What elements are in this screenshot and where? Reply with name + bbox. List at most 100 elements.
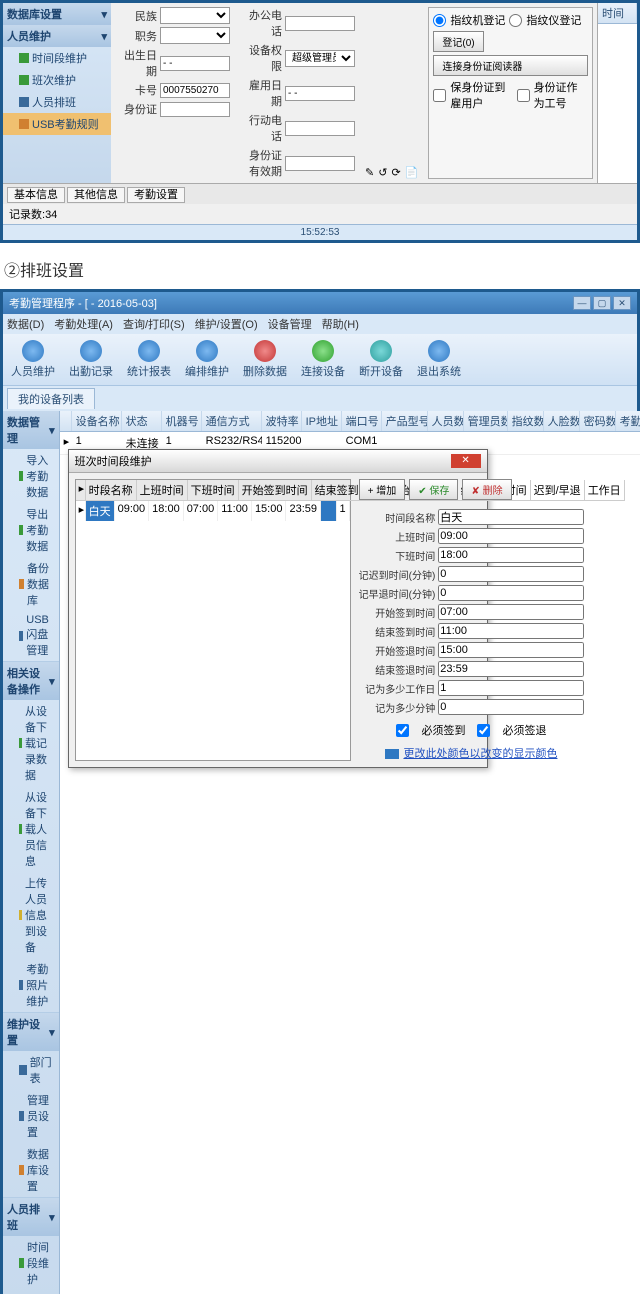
person-form: 民族 职务 出生日期 卡号 身份证 办公电话 设备权限超级管理员 雇用日期 行动… (111, 3, 597, 183)
si[interactable]: 班次维护 (3, 1290, 59, 1294)
dlg-close-btn[interactable]: ✕ (451, 454, 481, 468)
side-group[interactable]: 人员维护▾ (3, 25, 111, 47)
del-btn[interactable]: ✘ 删除 (462, 479, 511, 500)
office-phone[interactable] (285, 16, 355, 31)
zhiwu-select[interactable] (160, 27, 230, 44)
f-wd[interactable] (438, 680, 584, 696)
app-window-2: 考勤管理程序 - [ - 2016-05-03] —▢✕ 数据(D)考勤处理(A… (0, 289, 640, 1294)
side-item-selected[interactable]: USB考勤规则 (3, 113, 111, 135)
shift-row[interactable]: ▸ 白天09:0018:0007:0011:0015:0023:591 (76, 501, 350, 521)
idreader-btn[interactable]: 连接身份证阅读器 (433, 55, 588, 76)
si[interactable]: 时间段维护 (3, 1236, 59, 1290)
register-btn[interactable]: 登记(0) (433, 31, 483, 52)
device-grid-head: 设备名称状态机器号通信方式波特率IP地址端口号产品型号人员数管理员数指纹数人脸数… (60, 411, 640, 432)
card-input[interactable] (160, 83, 230, 98)
min-btn[interactable]: — (573, 296, 591, 310)
fp-device-radio[interactable] (509, 14, 522, 27)
content: 设备名称状态机器号通信方式波特率IP地址端口号产品型号人员数管理员数指纹数人脸数… (60, 411, 640, 1294)
sg-data[interactable]: 数据管理▾ (3, 411, 59, 449)
menu[interactable]: 维护/设置(O) (195, 319, 258, 331)
si[interactable]: 上传人员信息到设备 (3, 872, 59, 958)
minzu-select[interactable] (160, 7, 230, 24)
si[interactable]: 考勤照片维护 (3, 958, 59, 1012)
si[interactable]: 数据库设置 (3, 1143, 59, 1197)
form-tabs: 基本信息其他信息考勤设置 (3, 183, 637, 204)
tool-record[interactable]: 出勤记录 (65, 338, 117, 381)
side-item[interactable]: 班次维护 (3, 69, 111, 91)
hire-date[interactable] (285, 86, 355, 101)
add-btn[interactable]: + 增加 (359, 479, 406, 500)
app-fragment-1: 数据库设置▾ 人员维护▾ 时间段维护 班次维护 人员排班 USB考勤规则 民族 … (0, 0, 640, 243)
shift-table: ▸ 时段名称上班时间下班时间开始签到时间结束签到时间开始签退时间结束签退时间迟到… (75, 479, 351, 761)
tool-report[interactable]: 统计报表 (123, 338, 175, 381)
tool-icon[interactable]: ✎ (365, 166, 374, 179)
mobile[interactable] (285, 121, 355, 136)
color-link[interactable]: 更改此处颜色以改变的显示颜色 (359, 745, 585, 761)
tabstrip: 我的设备列表 (3, 386, 637, 411)
tool-icon[interactable]: 📄 (405, 166, 419, 179)
device-perm[interactable]: 超级管理员 (285, 50, 355, 67)
statusbar: 15:52:53 (3, 224, 637, 240)
f-cine[interactable] (438, 623, 584, 639)
f-off[interactable] (438, 547, 584, 563)
tool-icon[interactable]: ↺ (378, 166, 387, 179)
id-as-no-chk[interactable] (517, 89, 530, 102)
sg-device[interactable]: 相关设备操作▾ (3, 662, 59, 700)
f-min[interactable] (438, 699, 584, 715)
f-early[interactable] (438, 585, 584, 601)
chk-out[interactable] (477, 724, 490, 737)
si[interactable]: USB闪盘管理 (3, 611, 59, 661)
fingerprint-box: 指纹机登记 指纹仪登记 登记(0) 连接身份证阅读器 保身份证到雇用户 身份证作… (428, 7, 593, 179)
shift-dialog: 班次时间段维护 ✕ ▸ 时段名称上班时间下班时间开始签到时间结束签到时间开始签退时… (68, 449, 488, 768)
tab[interactable]: 基本信息 (7, 187, 65, 203)
si[interactable]: 部门表 (3, 1051, 59, 1089)
window-title: 考勤管理程序 - [ - 2016-05-03] (9, 295, 157, 311)
save-btn[interactable]: ✔ 保存 (409, 479, 458, 500)
tool-disconnect[interactable]: 断开设备 (355, 338, 407, 381)
f-name[interactable] (438, 509, 584, 525)
dlg-title: 班次时间段维护 (75, 453, 152, 469)
menu[interactable]: 查询/打印(S) (123, 319, 185, 331)
side-group[interactable]: 数据库设置▾ (3, 3, 111, 25)
si[interactable]: 从设备下载记录数据 (3, 700, 59, 786)
si[interactable]: 从设备下载人员信息 (3, 786, 59, 872)
tab-devices[interactable]: 我的设备列表 (7, 388, 95, 409)
menu[interactable]: 考勤处理(A) (54, 319, 113, 331)
f-cins[interactable] (438, 604, 584, 620)
tab[interactable]: 考勤设置 (127, 187, 185, 203)
tool-delete[interactable]: 删除数据 (239, 338, 291, 381)
f-on[interactable] (438, 528, 584, 544)
id-valid[interactable] (285, 156, 355, 171)
f-coute[interactable] (438, 661, 584, 677)
titlebar: 考勤管理程序 - [ - 2016-05-03] —▢✕ (3, 292, 637, 314)
tab[interactable]: 其他信息 (67, 187, 125, 203)
si[interactable]: 导出考勤数据 (3, 503, 59, 557)
max-btn[interactable]: ▢ (593, 296, 611, 310)
idcard-input[interactable] (160, 102, 230, 117)
save-id-chk[interactable] (433, 89, 446, 102)
menu[interactable]: 数据(D) (7, 319, 44, 331)
f-couts[interactable] (438, 642, 584, 658)
sg-sched[interactable]: 人员排班▾ (3, 1198, 59, 1236)
f-late[interactable] (438, 566, 584, 582)
side-item[interactable]: 人员排班 (3, 91, 111, 113)
menu[interactable]: 设备管理 (268, 319, 312, 331)
birth-input[interactable] (160, 56, 230, 71)
sidebar: 数据库设置▾ 人员维护▾ 时间段维护 班次维护 人员排班 USB考勤规则 (3, 3, 111, 183)
fp-machine-radio[interactable] (433, 14, 446, 27)
si[interactable]: 备份数据库 (3, 557, 59, 611)
tool-connect[interactable]: 连接设备 (297, 338, 349, 381)
tool-icon[interactable]: ⟳ (391, 166, 400, 179)
close-btn[interactable]: ✕ (613, 296, 631, 310)
tool-exit[interactable]: 退出系统 (413, 338, 465, 381)
right-grid-stub: 时间 (597, 3, 637, 183)
tool-person[interactable]: 人员维护 (7, 338, 59, 381)
si[interactable]: 导入考勤数据 (3, 449, 59, 503)
tool-schedule[interactable]: 编排维护 (181, 338, 233, 381)
si[interactable]: 管理员设置 (3, 1089, 59, 1143)
sg-maint[interactable]: 维护设置▾ (3, 1013, 59, 1051)
section-2-title: ②排班设置 (0, 249, 640, 289)
menu[interactable]: 帮助(H) (322, 319, 359, 331)
side-item[interactable]: 时间段维护 (3, 47, 111, 69)
chk-in[interactable] (396, 724, 409, 737)
